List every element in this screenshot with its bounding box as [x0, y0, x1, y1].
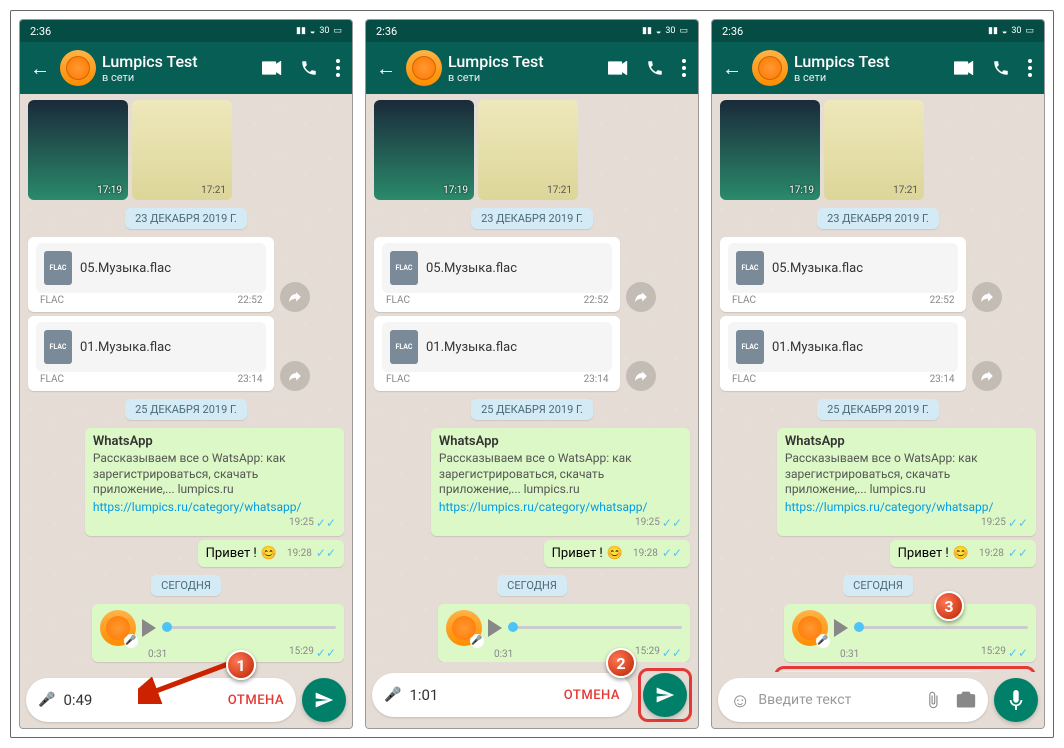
image-message[interactable]: 17:21: [132, 100, 232, 200]
play-icon[interactable]: [488, 619, 502, 637]
link-url[interactable]: https://lumpics.ru/category/whatsapp/: [93, 500, 336, 514]
link-message[interactable]: WhatsApp Рассказываем все о WatsApp: как…: [85, 428, 344, 536]
signal-icon: ▮▮: [296, 26, 306, 36]
recording-timer: 0:49: [63, 691, 92, 709]
status-time: 2:36: [30, 25, 51, 38]
file-message[interactable]: FLAC05.Музыка.flac FLAC22:52: [720, 237, 966, 312]
wifi-icon: ◒: [310, 26, 315, 37]
image-message[interactable]: 17:21: [824, 100, 924, 200]
forward-icon[interactable]: [280, 361, 310, 391]
file-icon: FLAC: [44, 251, 72, 285]
mic-icon: 🎤: [124, 634, 138, 648]
status-bar: 2:36 ▮▮◒30▭: [366, 20, 698, 42]
chat-body[interactable]: 17:19 17:21 23 ДЕКАБРЯ 2019 Г. FLAC05.Му…: [20, 94, 352, 672]
contact-avatar[interactable]: [752, 50, 788, 86]
read-ticks-icon: ✓✓: [316, 516, 336, 530]
image-message[interactable]: 17:21: [478, 100, 578, 200]
status-bar: 2:36 ▮▮◒30▭: [712, 20, 1044, 42]
mic-button[interactable]: [994, 678, 1038, 722]
chat-header: ← Lumpics Test в сети: [366, 42, 698, 94]
link-message[interactable]: WhatsApp Рассказываем все о WatsApp: как…: [777, 428, 1036, 536]
play-icon[interactable]: [834, 619, 848, 637]
contact-avatar[interactable]: [406, 50, 442, 86]
read-ticks-icon: ✓✓: [316, 546, 336, 560]
file-message[interactable]: FLAC01.Музыка.flac FLAC23:14: [374, 316, 620, 391]
voice-message[interactable]: 🎤 0:31 15:29✓✓: [438, 604, 690, 662]
video-call-icon[interactable]: [262, 61, 282, 75]
callout-2: 2: [606, 648, 636, 678]
contact-avatar[interactable]: [60, 50, 96, 86]
voice-avatar: 🎤: [100, 610, 136, 646]
recording-timer: 1:01: [409, 686, 438, 704]
date-chip: 25 ДЕКАБРЯ 2019 Г.: [125, 399, 247, 420]
battery-icon: 30: [319, 26, 329, 36]
online-status: в сети: [102, 71, 256, 84]
highlight-send: [638, 668, 692, 722]
phone-screen-2: 2:36 ▮▮◒30▭ ← Lumpics Test в сети 17:19 …: [365, 19, 699, 729]
contact-title-block[interactable]: Lumpics Test в сети: [102, 52, 256, 84]
call-icon[interactable]: [646, 59, 664, 77]
text-message[interactable]: Привет !😊19:28✓✓: [890, 540, 1036, 567]
file-message[interactable]: FLAC01.Музыка.flac FLAC23:14: [28, 316, 274, 391]
more-icon[interactable]: [682, 59, 686, 77]
link-message[interactable]: WhatsApp Рассказываем все о WatsApp: как…: [431, 428, 690, 536]
callout-3: 3: [934, 591, 964, 621]
file-message[interactable]: FLAC05.Музыка.flac FLAC22:52: [28, 237, 274, 312]
forward-icon[interactable]: [972, 361, 1002, 391]
file-icon: FLAC: [44, 330, 72, 364]
back-icon[interactable]: ←: [26, 52, 54, 85]
tutorial-arrow: [138, 654, 238, 704]
input-bar: 🎤 1:01 ОТМЕНА: [366, 662, 698, 728]
cancel-recording-button[interactable]: ОТМЕНА: [564, 688, 620, 703]
phone-screen-3: 2:36 ▮▮◒30▭ ← Lumpics Test в сети 17:19 …: [711, 19, 1045, 729]
mic-recording-icon: 🎤: [38, 692, 55, 708]
camera-icon[interactable]: [956, 691, 976, 709]
smile-emoji: 😊: [261, 546, 277, 561]
back-icon[interactable]: ←: [372, 52, 400, 85]
emoji-icon[interactable]: ☺: [730, 688, 750, 713]
date-chip: 23 ДЕКАБРЯ 2019 Г.: [125, 208, 247, 229]
contact-name: Lumpics Test: [102, 52, 256, 71]
status-bar: 2:36 ▮▮ ◒ 30 ▭: [20, 20, 352, 42]
play-icon[interactable]: [142, 619, 156, 637]
date-chip: СЕГОДНЯ: [151, 575, 221, 596]
forward-icon[interactable]: [280, 282, 310, 312]
forward-icon[interactable]: [626, 361, 656, 391]
message-input-box[interactable]: ☺ Введите текст: [718, 678, 988, 722]
chat-body[interactable]: 17:19 17:21 23 ДЕКАБРЯ 2019 Г. FLAC05.Му…: [366, 94, 698, 662]
voice-message-new[interactable]: 🎤 1:02 15:32✓: [779, 671, 986, 672]
text-message[interactable]: Привет !😊19:28✓✓: [198, 540, 344, 567]
phone-screen-1: 2:36 ▮▮ ◒ 30 ▭ ← Lumpics Test в сети 17:…: [19, 19, 353, 729]
forward-icon[interactable]: [626, 282, 656, 312]
video-call-icon[interactable]: [608, 61, 628, 75]
attach-icon[interactable]: [924, 691, 942, 709]
chat-body[interactable]: 17:19 17:21 23 ДЕКАБРЯ 2019 Г. FLAC05.Му…: [712, 94, 1044, 672]
send-button[interactable]: [302, 678, 346, 722]
call-icon[interactable]: [992, 59, 1010, 77]
voice-message[interactable]: 🎤 0:31 15:29✓✓: [784, 604, 1036, 662]
back-icon[interactable]: ←: [718, 52, 746, 85]
text-message[interactable]: Привет !😊19:28✓✓: [544, 540, 690, 567]
more-icon[interactable]: [1028, 59, 1032, 77]
mic-recording-icon: 🎤: [384, 687, 401, 703]
image-message[interactable]: 17:19: [720, 100, 820, 200]
file-message[interactable]: FLAC05.Музыка.flac FLAC22:52: [374, 237, 620, 312]
image-message[interactable]: 17:19: [374, 100, 474, 200]
chat-header: ← Lumpics Test в сети: [20, 42, 352, 94]
video-call-icon[interactable]: [954, 61, 974, 75]
chat-header: ← Lumpics Test в сети: [712, 42, 1044, 94]
more-icon[interactable]: [336, 59, 340, 77]
send-button[interactable]: [643, 673, 687, 717]
recording-bar[interactable]: 🎤 1:01 ОТМЕНА: [372, 673, 632, 717]
callout-1: 1: [226, 650, 256, 680]
file-message[interactable]: FLAC01.Музыка.flac FLAC23:14: [720, 316, 966, 391]
voice-track[interactable]: [162, 626, 336, 629]
call-icon[interactable]: [300, 59, 318, 77]
read-ticks-icon: ✓✓: [316, 646, 336, 660]
forward-icon[interactable]: [972, 282, 1002, 312]
input-bar: ☺ Введите текст: [712, 672, 1044, 728]
message-input-placeholder: Введите текст: [758, 692, 916, 708]
image-message[interactable]: 17:19: [28, 100, 128, 200]
